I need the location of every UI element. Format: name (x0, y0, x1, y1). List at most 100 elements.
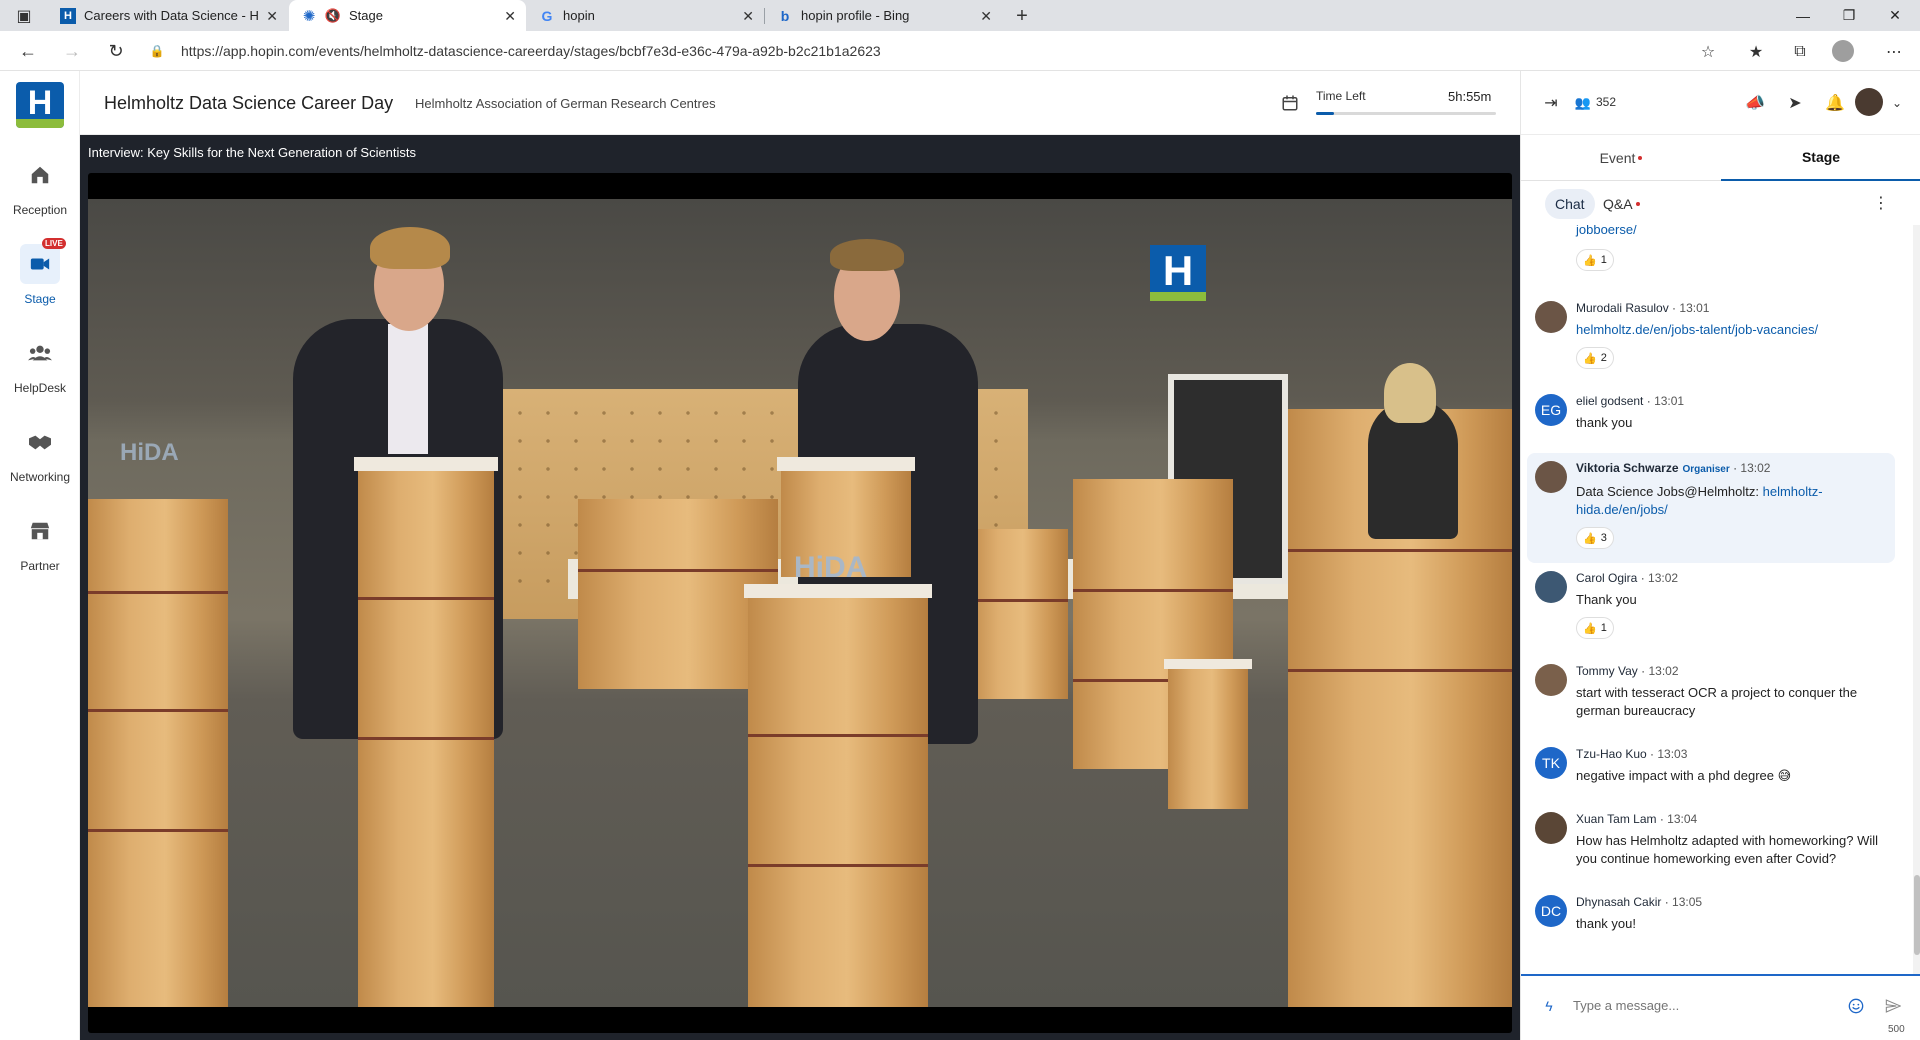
author-name[interactable]: Tzu-Hao Kuo (1576, 747, 1647, 761)
nav-item-partner[interactable]: Partner (0, 503, 80, 579)
nav-item-stage[interactable]: LIVE Stage (0, 236, 80, 312)
browser-tab-strip: ▣ H Careers with Data Science - Helm ✕ ✺… (0, 0, 1920, 31)
helmholtz-logo[interactable]: H (16, 82, 64, 128)
avatar[interactable] (1535, 461, 1567, 493)
subtab-label: Chat (1555, 196, 1585, 212)
avatar[interactable] (1535, 301, 1567, 333)
message-text: negative impact with a phd degree 😅 (1576, 768, 1792, 783)
avatar[interactable] (1535, 664, 1567, 696)
chat-message: jobboerse/ 👍 1 (1527, 225, 1895, 285)
message-link[interactable]: jobboerse/ (1576, 225, 1637, 237)
reaction-thumbs-up[interactable]: 👍 2 (1576, 347, 1614, 369)
attendee-count[interactable]: 352 (1596, 95, 1616, 109)
chat-sidebar: ⇥ 👥 352 📣 ➤ 🔔 ⌄ Event Stage Chat Q&A ⋮ j… (1520, 71, 1920, 1040)
user-avatar[interactable] (1855, 88, 1883, 116)
nav-item-label: HelpDesk (13, 381, 67, 395)
collections-icon[interactable]: ⧉ (1786, 38, 1814, 66)
chat-messages: jobboerse/ 👍 1 Murodali Rasulov · 13:01 h… (1521, 225, 1913, 974)
chat-message: DC Dhynasah Cakir · 13:05 thank you! (1527, 891, 1895, 951)
close-icon[interactable]: ✕ (504, 8, 516, 25)
avatar[interactable]: DC (1535, 895, 1567, 927)
nav-item-reception[interactable]: Reception (0, 147, 80, 223)
reaction-thumbs-up[interactable]: 👍 3 (1576, 527, 1614, 549)
close-window-icon[interactable]: ✕ (1872, 0, 1918, 31)
close-icon[interactable]: ✕ (266, 8, 278, 25)
add-favorite-icon[interactable]: ☆ (1694, 38, 1722, 66)
tab-stage[interactable]: Stage (1721, 135, 1920, 181)
lightning-icon[interactable]: ϟ (1539, 996, 1559, 1016)
tab-title: hopin profile - Bing (801, 8, 910, 23)
author-name[interactable]: Carol Ogira (1576, 571, 1637, 585)
minimize-icon[interactable]: — (1780, 0, 1826, 31)
send-icon[interactable] (1883, 996, 1903, 1016)
scrollbar-thumb[interactable] (1914, 875, 1920, 955)
browser-tab-stage[interactable]: ✺ 🔇 Stage ✕ (289, 0, 526, 31)
reload-button[interactable]: ↻ (102, 37, 130, 65)
event-organizer[interactable]: Helmholtz Association of German Research… (415, 96, 716, 111)
message-time: 13:03 (1657, 747, 1688, 761)
author-name[interactable]: Dhynasah Cakir (1576, 895, 1661, 909)
author-name[interactable]: Xuan Tam Lam (1576, 812, 1657, 826)
author-name[interactable]: Tommy Vay (1576, 664, 1638, 678)
new-tab-icon[interactable]: + (1008, 2, 1036, 30)
avatar[interactable] (1535, 571, 1567, 603)
megaphone-icon[interactable]: 📣 (1743, 91, 1767, 115)
subtab-qa[interactable]: Q&A (1593, 189, 1650, 219)
chat-composer: ϟ 500 (1521, 974, 1920, 1040)
tab-event[interactable]: Event (1521, 135, 1721, 181)
browser-tab-careers[interactable]: H Careers with Data Science - Helm ✕ (48, 0, 288, 31)
stage-video[interactable]: H HiDA HiDA (88, 173, 1512, 1033)
author-name[interactable]: eliel godsent (1576, 394, 1643, 408)
send-direct-message-icon[interactable]: ➤ (1783, 91, 1807, 115)
wood-cube-back-2 (968, 529, 1068, 699)
restore-icon[interactable]: ❐ (1826, 0, 1872, 31)
back-button[interactable]: ← (14, 37, 42, 65)
author-name[interactable]: Murodali Rasulov (1576, 301, 1669, 315)
collapse-sidebar-icon[interactable]: ⇥ (1539, 91, 1563, 115)
more-options-icon[interactable]: ⋮ (1869, 191, 1893, 215)
subtab-chat[interactable]: Chat (1545, 189, 1595, 219)
browser-tab-bing[interactable]: b hopin profile - Bing ✕ (765, 0, 1002, 31)
address-toolbar: ← → ↻ 🔒 https://app.hopin.com/events/hel… (0, 31, 1920, 71)
reaction-thumbs-up[interactable]: 👍 1 (1576, 249, 1614, 271)
lock-icon[interactable]: 🔒 (143, 44, 171, 58)
message-input[interactable] (1573, 990, 1823, 1020)
reaction-thumbs-up[interactable]: 👍 1 (1576, 617, 1614, 639)
message-time: 13:02 (1648, 664, 1679, 678)
avatar[interactable]: EG (1535, 394, 1567, 426)
message-time: 13:04 (1667, 812, 1698, 826)
avatar[interactable]: TK (1535, 747, 1567, 779)
message-time: 13:05 (1672, 895, 1703, 909)
tab-actions-icon[interactable]: ▣ (10, 2, 38, 30)
speaker-muted-icon[interactable]: 🔇 (325, 8, 341, 24)
thumbs-up-icon: 👍 (1583, 352, 1597, 365)
browser-profile-avatar[interactable] (1832, 40, 1854, 62)
author-name[interactable]: Viktoria Schwarze (1576, 461, 1679, 475)
close-icon[interactable]: ✕ (742, 8, 754, 25)
favorites-icon[interactable]: ★ (1742, 38, 1770, 66)
forward-button[interactable]: → (58, 37, 86, 65)
calendar-icon[interactable] (1280, 93, 1300, 113)
message-time: 13:01 (1679, 301, 1710, 315)
bell-icon[interactable]: 🔔 (1823, 91, 1847, 115)
nav-item-networking[interactable]: Networking (0, 414, 80, 490)
chevron-down-icon[interactable]: ⌄ (1885, 91, 1909, 115)
nav-item-label: Networking (9, 470, 71, 484)
chat-message: Murodali Rasulov · 13:01 helmholtz.de/en… (1527, 297, 1895, 387)
nav-item-label: Reception (12, 203, 68, 217)
podium-front (744, 584, 932, 1007)
message-link[interactable]: helmholtz.de/en/jobs-talent/job-vacancie… (1576, 322, 1818, 337)
avatar[interactable] (1535, 812, 1567, 844)
url-bar[interactable]: 🔒 https://app.hopin.com/events/helmholtz… (143, 35, 1708, 67)
emoji-icon[interactable] (1846, 996, 1866, 1016)
attendees-icon[interactable]: 👥 (1571, 91, 1595, 115)
close-icon[interactable]: ✕ (980, 8, 992, 25)
more-menu-icon[interactable]: ⋯ (1880, 38, 1908, 66)
event-navigation: H Reception LIVE Stage HelpDesk Networki… (0, 71, 80, 1040)
chat-scrollbar[interactable] (1913, 225, 1920, 974)
nav-item-helpdesk[interactable]: HelpDesk (0, 325, 80, 401)
reaction-count: 1 (1600, 254, 1607, 266)
message-time: 13:01 (1654, 394, 1685, 408)
thumbs-up-icon: 👍 (1583, 532, 1597, 545)
browser-tab-hopin[interactable]: G hopin ✕ (527, 0, 764, 31)
